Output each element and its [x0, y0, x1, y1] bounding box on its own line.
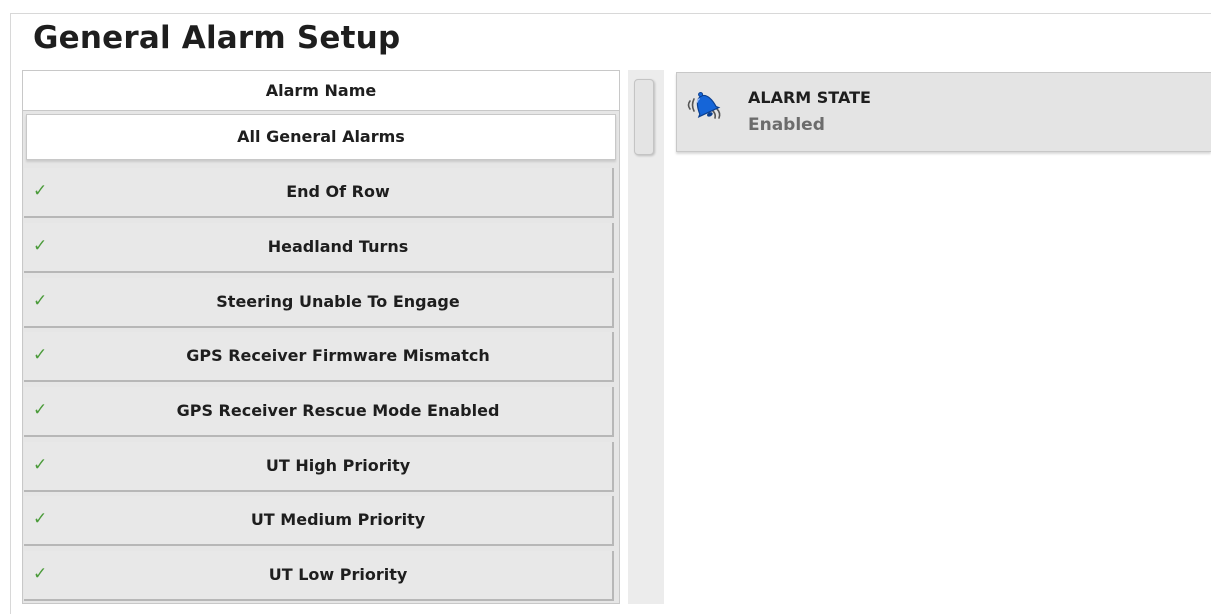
- alarm-row-label: GPS Receiver Firmware Mismatch: [186, 346, 490, 365]
- alarm-bell-icon: [687, 91, 721, 119]
- alarm-row-ut-low-priority[interactable]: ✓ UT Low Priority: [24, 551, 614, 601]
- alarm-row-ut-high-priority[interactable]: ✓ UT High Priority: [24, 442, 614, 492]
- alarm-row-label: End Of Row: [286, 182, 390, 201]
- alarm-name-column-header: Alarm Name: [23, 71, 619, 111]
- alarm-state-tile[interactable]: ALARM STATE Enabled: [676, 72, 1211, 152]
- alarm-state-value: Enabled: [748, 115, 825, 135]
- checkmark-icon: ✓: [33, 509, 48, 529]
- alarm-row-label: Headland Turns: [267, 237, 409, 256]
- alarm-row-end-of-row[interactable]: ✓ End Of Row: [24, 168, 614, 218]
- alarm-row-headland-turns[interactable]: ✓ Headland Turns: [24, 223, 614, 273]
- checkmark-icon: ✓: [33, 291, 48, 311]
- alarm-row-steering-unable-to-engage[interactable]: ✓ Steering Unable To Engage: [24, 278, 614, 328]
- alarm-row-label: Steering Unable To Engage: [216, 292, 460, 311]
- alarm-list: Alarm Name All General Alarms ✓ End Of R…: [22, 70, 620, 604]
- list-scrollbar-thumb[interactable]: [634, 79, 654, 155]
- checkmark-icon: ✓: [33, 400, 48, 420]
- top-divider: [10, 13, 1211, 14]
- checkmark-icon: ✓: [33, 345, 48, 365]
- alarm-row-gps-receiver-rescue-mode-enabled[interactable]: ✓ GPS Receiver Rescue Mode Enabled: [24, 387, 614, 437]
- alarm-row-label: GPS Receiver Rescue Mode Enabled: [176, 401, 500, 420]
- alarm-row-gps-receiver-firmware-mismatch[interactable]: ✓ GPS Receiver Firmware Mismatch: [24, 332, 614, 382]
- checkmark-icon: ✓: [33, 564, 48, 584]
- alarm-row-ut-medium-priority[interactable]: ✓ UT Medium Priority: [24, 496, 614, 546]
- checkmark-icon: ✓: [33, 236, 48, 256]
- alarm-row-label: UT Low Priority: [268, 565, 408, 584]
- all-general-alarms-row[interactable]: All General Alarms: [26, 114, 616, 160]
- alarm-row-label: UT High Priority: [265, 456, 411, 475]
- left-divider: [10, 13, 11, 614]
- checkmark-icon: ✓: [33, 455, 48, 475]
- alarm-state-title: ALARM STATE: [748, 88, 871, 107]
- checkmark-icon: ✓: [33, 181, 48, 201]
- page-title: General Alarm Setup: [33, 20, 401, 56]
- alarm-row-label: UT Medium Priority: [250, 510, 426, 529]
